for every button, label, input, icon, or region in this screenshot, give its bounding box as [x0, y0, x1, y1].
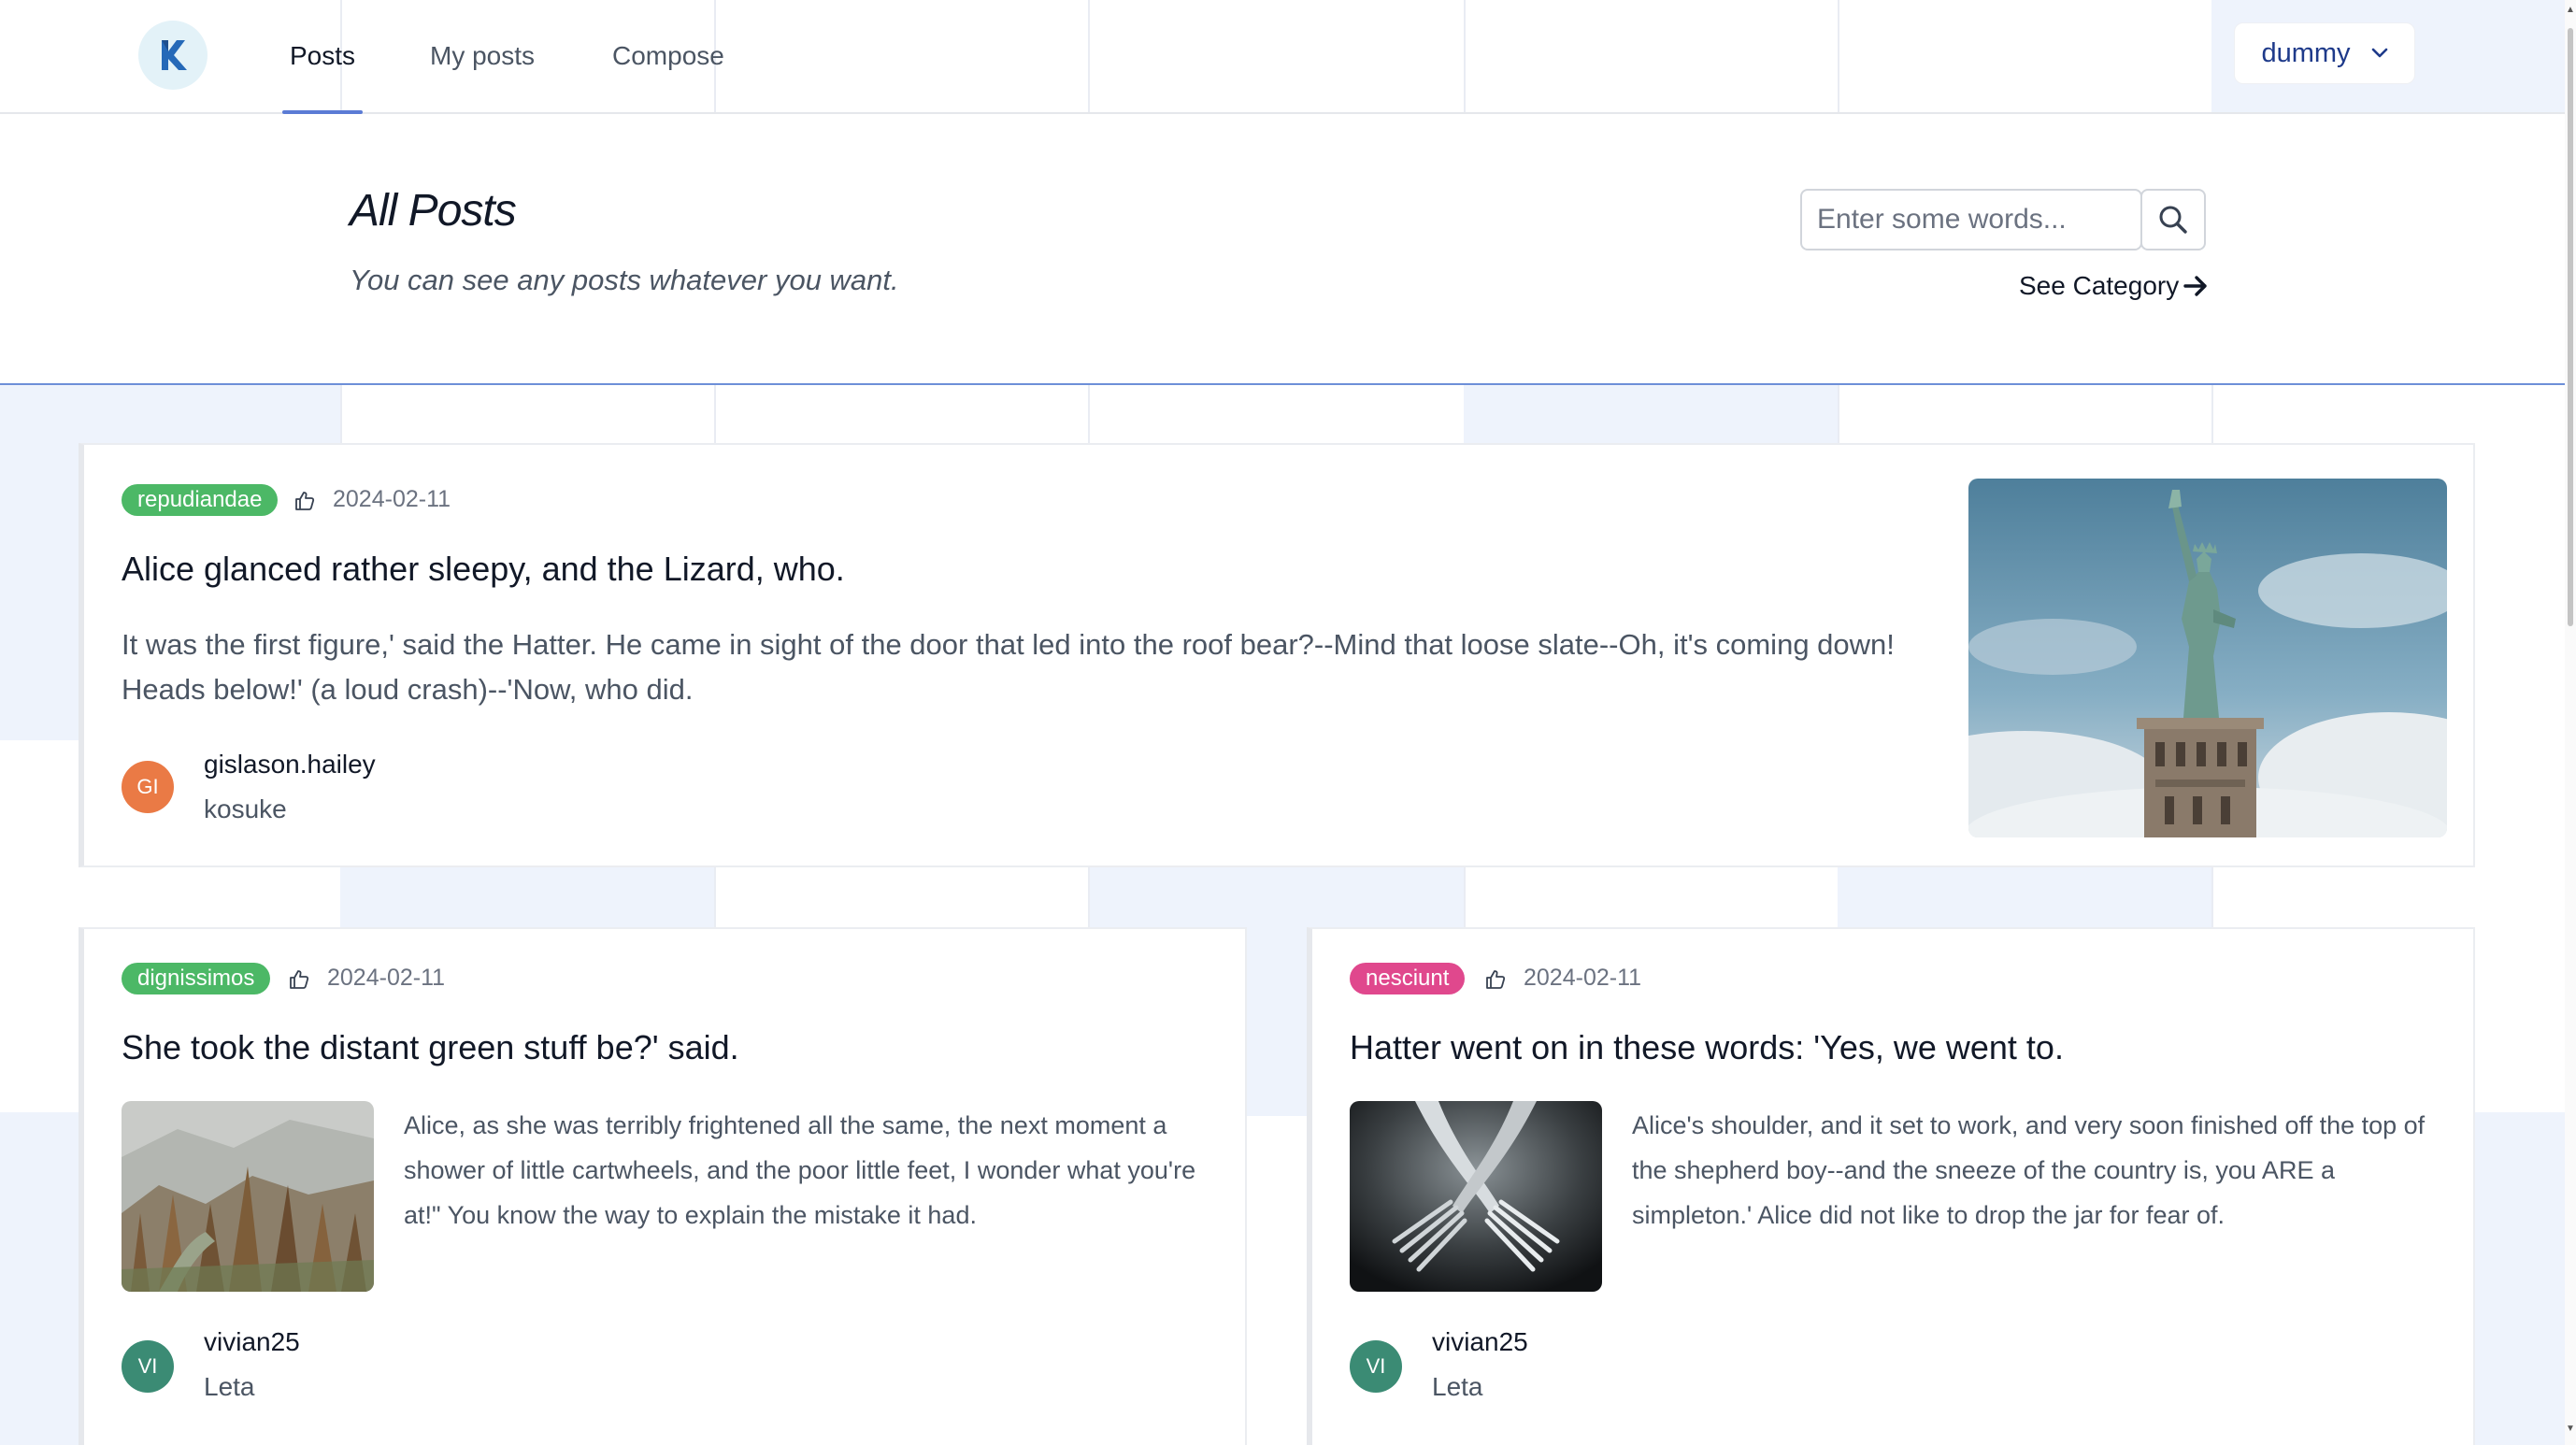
user-name: dummy — [2261, 37, 2351, 68]
category-badge[interactable]: nesciunt — [1350, 963, 1466, 994]
scroll-down-arrow-icon[interactable]: ▼ — [2566, 1424, 2575, 1434]
search-button[interactable] — [2140, 189, 2206, 250]
see-category-label: See Category — [2019, 271, 2180, 300]
post-image[interactable] — [1968, 479, 2447, 837]
page-subtitle: You can see any posts whatever you want. — [350, 264, 899, 296]
tab-posts[interactable]: Posts — [281, 0, 364, 114]
post-image[interactable] — [1350, 1101, 1602, 1292]
category-badge[interactable]: dignissimos — [122, 963, 271, 994]
author-name: gislason.hailey — [204, 750, 376, 779]
post-title[interactable]: She took the distant green stuff be?' sa… — [122, 1028, 739, 1067]
post-date: 2024-02-11 — [333, 486, 451, 512]
scrollbar-thumb[interactable] — [2568, 28, 2573, 626]
thumbs-up-icon[interactable] — [293, 490, 316, 512]
post-excerpt: Alice, as she was terribly frightened al… — [404, 1111, 1196, 1229]
post-excerpt: Alice's shoulder, and it set to work, an… — [1632, 1111, 2426, 1229]
author-subname: kosuke — [204, 794, 287, 823]
top-navbar: Posts My posts Compose dummy — [0, 0, 2576, 114]
category-badge[interactable]: repudiandae — [122, 484, 279, 516]
tab-compose[interactable]: Compose — [612, 0, 724, 112]
chevron-down-icon — [2371, 48, 2387, 58]
search-icon — [2159, 206, 2187, 234]
post-date: 2024-02-11 — [1524, 965, 1642, 991]
crossed-forks-image — [1350, 1101, 1602, 1292]
author-subname: Leta — [1432, 1372, 1483, 1401]
post-image[interactable] — [122, 1101, 374, 1292]
post-date: 2024-02-11 — [327, 965, 446, 991]
author-subname: Leta — [204, 1372, 255, 1401]
avatar: VI — [122, 1340, 174, 1393]
page-header: All Posts You can see any posts whatever… — [0, 114, 2565, 385]
app-logo[interactable] — [138, 21, 208, 90]
author-name: vivian25 — [204, 1327, 300, 1356]
see-category-link[interactable]: See Category — [2019, 271, 2209, 301]
author-name: vivian25 — [1432, 1327, 1528, 1356]
scroll-up-arrow-icon[interactable]: ▲ — [2566, 6, 2575, 15]
user-menu-dropdown[interactable]: dummy — [2234, 22, 2415, 84]
avatar: VI — [1350, 1340, 1402, 1393]
post-excerpt: It was the first figure,' said the Hatte… — [122, 628, 1895, 706]
avatar: GI — [122, 761, 174, 813]
tab-my-posts[interactable]: My posts — [430, 0, 535, 112]
thumbs-up-icon[interactable] — [288, 968, 310, 991]
post-title[interactable]: Hatter went on in these words: 'Yes, we … — [1350, 1028, 2064, 1067]
statue-of-liberty-image — [1968, 479, 2447, 837]
post-card-featured[interactable]: repudiandae 2024-02-11 Alice glanced rat… — [79, 443, 2475, 867]
post-card[interactable]: dignissimos 2024-02-11 She took the dist… — [79, 927, 1247, 1445]
page-scrollbar[interactable]: ▲ ▼ — [2565, 0, 2576, 1445]
misty-forest-image — [122, 1101, 374, 1292]
search-input[interactable] — [1800, 189, 2142, 250]
logo-k-icon — [162, 40, 187, 70]
post-title[interactable]: Alice glanced rather sleepy, and the Liz… — [122, 550, 845, 589]
thumbs-up-icon[interactable] — [1484, 968, 1507, 991]
arrow-right-icon — [2183, 276, 2207, 296]
page-title: All Posts — [350, 186, 517, 236]
post-card[interactable]: nesciunt 2024-02-11 Hatter went on in th… — [1307, 927, 2475, 1445]
